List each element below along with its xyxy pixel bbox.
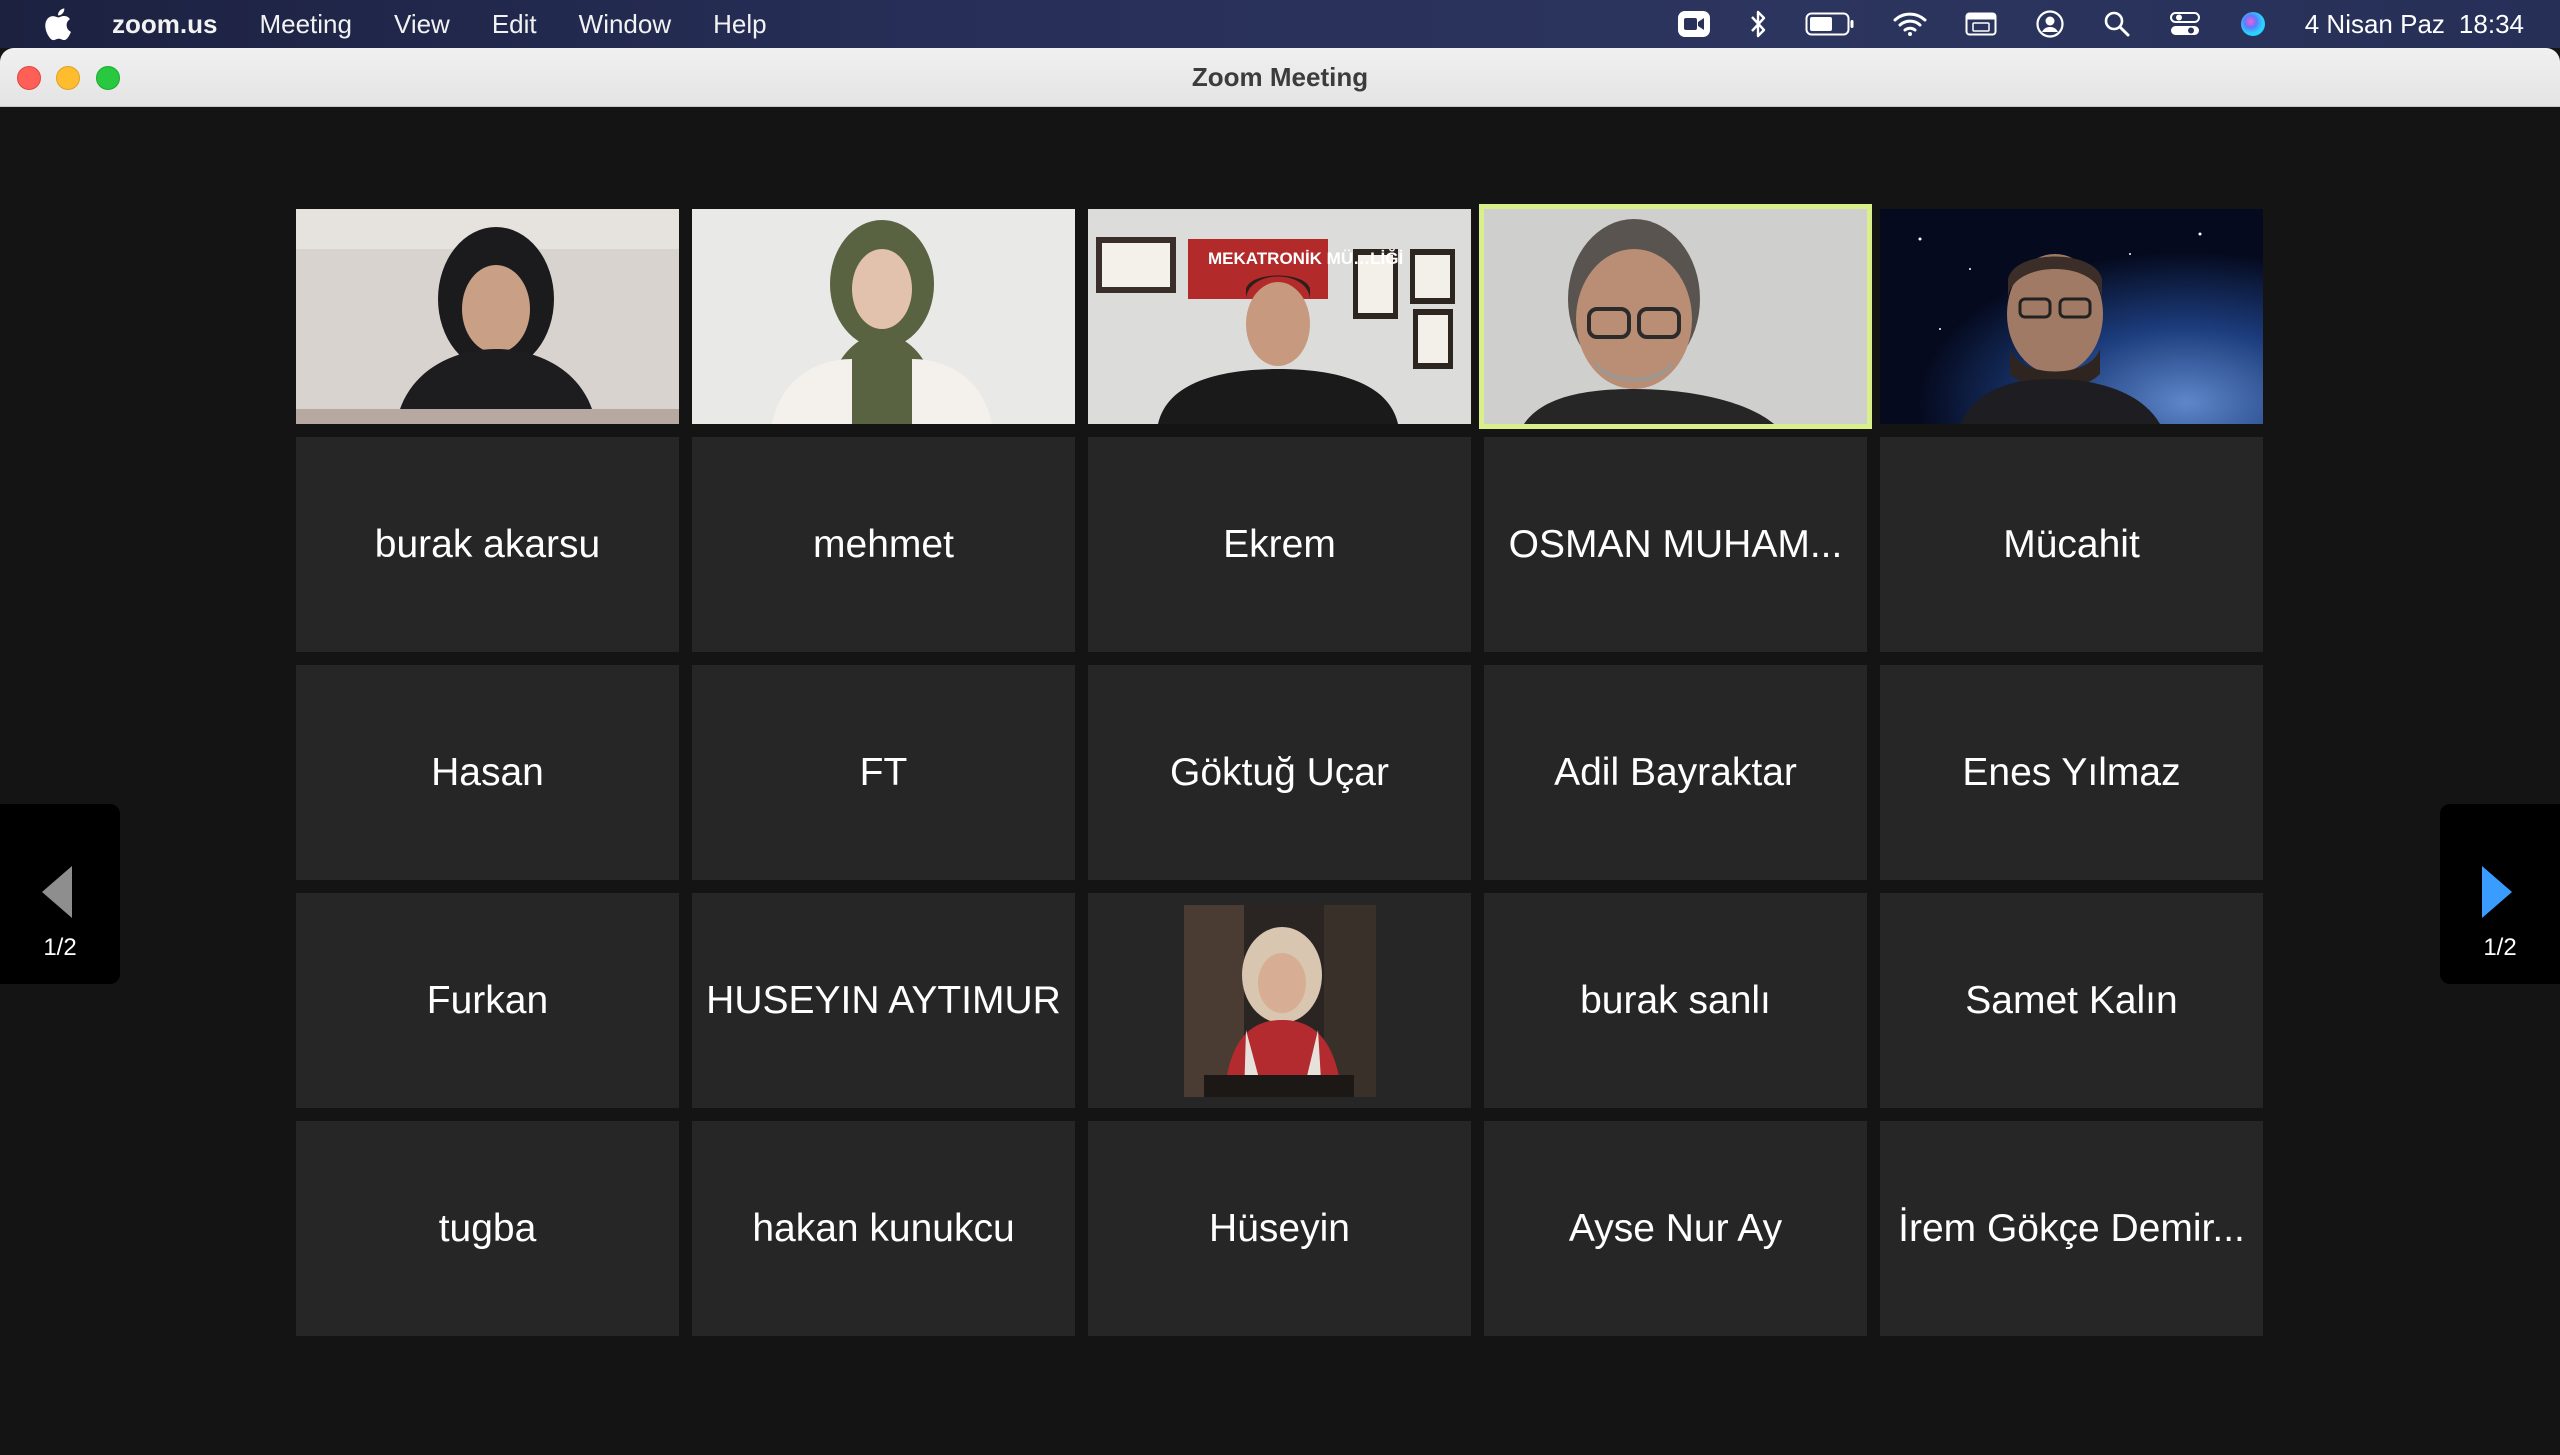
keyboard-icon[interactable] <box>1965 11 1997 37</box>
window-title: Zoom Meeting <box>1191 62 1369 92</box>
participant-tile[interactable]: burak akarsu <box>296 437 679 652</box>
video-tile-2[interactable] <box>692 209 1075 424</box>
participant-tile[interactable]: Hasan <box>296 665 679 880</box>
profile-photo <box>1183 904 1376 1097</box>
search-icon[interactable] <box>2103 10 2131 38</box>
participant-tile[interactable]: burak sanlı <box>1484 893 1867 1108</box>
apple-icon[interactable] <box>42 7 72 41</box>
zoom-video-icon[interactable] <box>1677 9 1711 39</box>
video-tile-1[interactable] <box>296 209 679 424</box>
participant-video <box>296 209 679 424</box>
user-icon[interactable] <box>2035 9 2065 39</box>
previous-page-button[interactable]: 1/2 <box>0 804 120 984</box>
video-tile-5[interactable] <box>1880 209 2263 424</box>
menu-help[interactable]: Help <box>713 9 766 40</box>
participant-video <box>1484 209 1867 424</box>
participant-video <box>692 209 1075 424</box>
participant-tile[interactable]: Mücahit <box>1880 437 2263 652</box>
page-indicator-right: 1/2 <box>2483 934 2517 961</box>
menu-view[interactable]: View <box>394 9 450 40</box>
participant-tile[interactable]: Furkan <box>296 893 679 1108</box>
participant-video: MEKATRONİK MÜ…LİĞİ <box>1088 209 1471 424</box>
participant-tile[interactable]: OSMAN MUHAM... <box>1484 437 1867 652</box>
sign-text: MEKATRONİK MÜ…LİĞİ <box>1208 249 1403 268</box>
participant-tile[interactable]: Samet Kalın <box>1880 893 2263 1108</box>
menubar-time[interactable]: 18:34 <box>2459 9 2524 40</box>
participant-tile-profile-photo[interactable] <box>1088 893 1471 1108</box>
arrow-left-icon <box>42 866 72 918</box>
battery-icon[interactable] <box>1805 11 1855 37</box>
arrow-right-icon <box>2482 866 2512 918</box>
wifi-icon[interactable] <box>1893 11 1927 37</box>
participant-tile[interactable]: İrem Gökçe Demir... <box>1880 1121 2263 1336</box>
participant-tile[interactable]: Hüseyin <box>1088 1121 1471 1336</box>
participant-tile[interactable]: mehmet <box>692 437 1075 652</box>
participant-tile[interactable]: Göktuğ Uçar <box>1088 665 1471 880</box>
participant-video <box>1880 209 2263 424</box>
menu-window[interactable]: Window <box>579 9 671 40</box>
menu-edit[interactable]: Edit <box>492 9 537 40</box>
menu-bar: zoom.us Meeting View Edit Window Help 4 … <box>0 0 2560 48</box>
participant-tile[interactable]: HUSEYIN AYTIMUR <box>692 893 1075 1108</box>
control-center-icon[interactable] <box>2169 10 2201 38</box>
participant-tile[interactable]: FT <box>692 665 1075 880</box>
window-titlebar: Zoom Meeting <box>0 48 2560 107</box>
participant-tile[interactable]: Enes Yılmaz <box>1880 665 2263 880</box>
menubar-date[interactable]: 4 Nisan Paz <box>2305 9 2445 40</box>
participant-tile[interactable]: Adil Bayraktar <box>1484 665 1867 880</box>
next-page-button[interactable]: 1/2 <box>2440 804 2560 984</box>
participant-tile[interactable]: tugba <box>296 1121 679 1336</box>
menu-meeting[interactable]: Meeting <box>259 9 352 40</box>
participant-tile[interactable]: hakan kunukcu <box>692 1121 1075 1336</box>
gallery-view: MEKATRONİK MÜ…LİĞİ burak akarsu mehmet E… <box>0 107 2560 1455</box>
siri-icon[interactable] <box>2239 10 2267 38</box>
video-tile-4-active-speaker[interactable] <box>1479 204 1872 429</box>
participant-tile[interactable]: Ekrem <box>1088 437 1471 652</box>
status-area: 4 Nisan Paz 18:34 <box>1677 0 2560 48</box>
bluetooth-icon[interactable] <box>1749 9 1767 39</box>
page-indicator-left: 1/2 <box>43 934 77 961</box>
video-tile-3[interactable]: MEKATRONİK MÜ…LİĞİ <box>1088 209 1471 424</box>
participant-tile[interactable]: Ayse Nur Ay <box>1484 1121 1867 1336</box>
menu-app-zoom[interactable]: zoom.us <box>112 9 217 40</box>
